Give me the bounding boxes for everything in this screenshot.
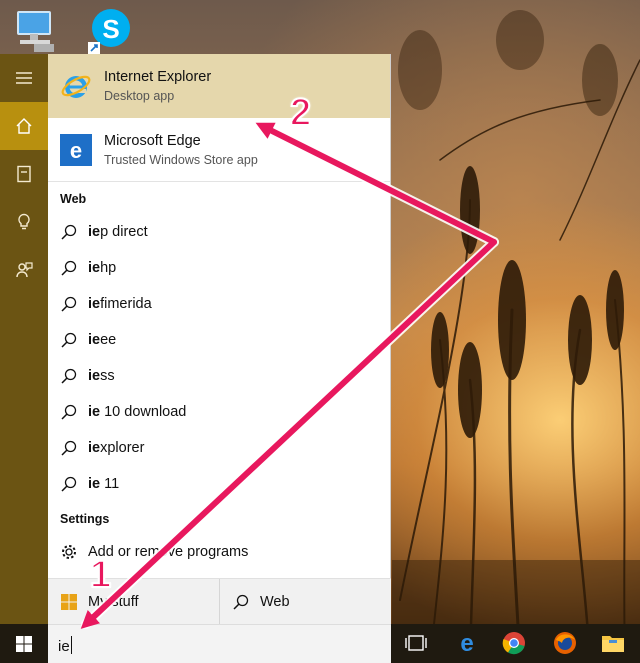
my-stuff-button[interactable]: My stuff (48, 579, 219, 624)
query-match: ie (88, 296, 101, 312)
start-rail (0, 54, 48, 624)
web-result[interactable]: ie fimerida (48, 286, 390, 322)
query-completion: ee (100, 332, 117, 348)
search-icon (233, 594, 249, 610)
feedback-icon[interactable] (0, 246, 48, 294)
query-match: ie (88, 224, 101, 240)
query-completion: ss (100, 368, 115, 384)
search-icon (60, 259, 78, 277)
search-results-panel: Internet Explorer Desktop app e Microsof… (48, 54, 391, 624)
search-icon (60, 331, 78, 349)
chrome-icon[interactable] (498, 627, 530, 659)
this-pc-icon[interactable] (12, 8, 58, 54)
query-match: ie (88, 368, 101, 384)
web-result[interactable]: ie p direct (48, 214, 390, 250)
search-icon (60, 403, 78, 421)
app-type: Desktop app (104, 89, 175, 103)
svg-text:S: S (102, 14, 119, 44)
app-name: Microsoft Edge (104, 132, 201, 149)
text-caret (70, 636, 72, 654)
web-scope-button[interactable]: Web (219, 579, 391, 624)
query-match: ie (88, 476, 101, 492)
lightbulb-icon[interactable] (0, 198, 48, 246)
svg-text:e: e (70, 138, 82, 163)
home-icon[interactable] (0, 102, 48, 150)
query-completion: 10 download (100, 404, 187, 420)
firefox-icon[interactable] (549, 627, 581, 659)
windows-logo-icon (16, 635, 32, 652)
skype-icon[interactable]: S (88, 6, 134, 56)
result-internet-explorer[interactable]: Internet Explorer Desktop app (48, 54, 390, 118)
web-result[interactable]: ie 11 (48, 466, 390, 502)
web-result[interactable]: ie hp (48, 250, 390, 286)
callout-2: 2 (289, 91, 312, 135)
notebook-icon[interactable] (0, 150, 48, 198)
search-icon (60, 475, 78, 493)
query-match: ie (88, 260, 101, 276)
query-match: ie (88, 404, 101, 420)
settings-result-label: Add or remove programs (88, 544, 249, 560)
query-completion: fimerida (100, 296, 152, 312)
app-name: Internet Explorer (104, 69, 212, 85)
query-completion: hp (100, 260, 117, 276)
web-scope-label: Web (260, 593, 290, 610)
search-icon (60, 223, 78, 241)
web-section-header: Web (60, 192, 87, 206)
search-icon (60, 439, 78, 457)
web-result[interactable]: ie ee (48, 322, 390, 358)
file-explorer-icon[interactable] (597, 627, 629, 659)
result-microsoft-edge[interactable]: e Microsoft Edge Trusted Windows Store a… (48, 118, 390, 182)
gear-icon (60, 543, 78, 561)
query-completion: xplorer (100, 440, 145, 456)
search-icon (60, 295, 78, 313)
query-match: ie (88, 332, 101, 348)
query-completion: p direct (100, 224, 148, 240)
settings-section-header: Settings (60, 512, 110, 526)
app-type: Trusted Windows Store app (104, 152, 258, 167)
search-query: ie (58, 638, 70, 655)
internet-explorer-icon (60, 70, 92, 102)
search-input[interactable]: ie (48, 624, 391, 663)
task-view-icon[interactable] (400, 627, 432, 659)
query-match: ie (88, 440, 101, 456)
hamburger-menu-icon[interactable] (0, 54, 48, 102)
search-icon (60, 367, 78, 385)
callout-1: 1 (89, 553, 112, 597)
web-result[interactable]: ie ss (48, 358, 390, 394)
microsoft-edge-icon[interactable]: e (451, 627, 483, 659)
web-result[interactable]: ie 10 download (48, 394, 390, 430)
microsoft-edge-icon: e (60, 133, 92, 166)
svg-text:e: e (460, 631, 473, 655)
query-completion: 11 (100, 476, 120, 492)
web-result[interactable]: ie xplorer (48, 430, 390, 466)
windows-logo-icon (61, 593, 77, 610)
start-button[interactable] (0, 624, 48, 663)
